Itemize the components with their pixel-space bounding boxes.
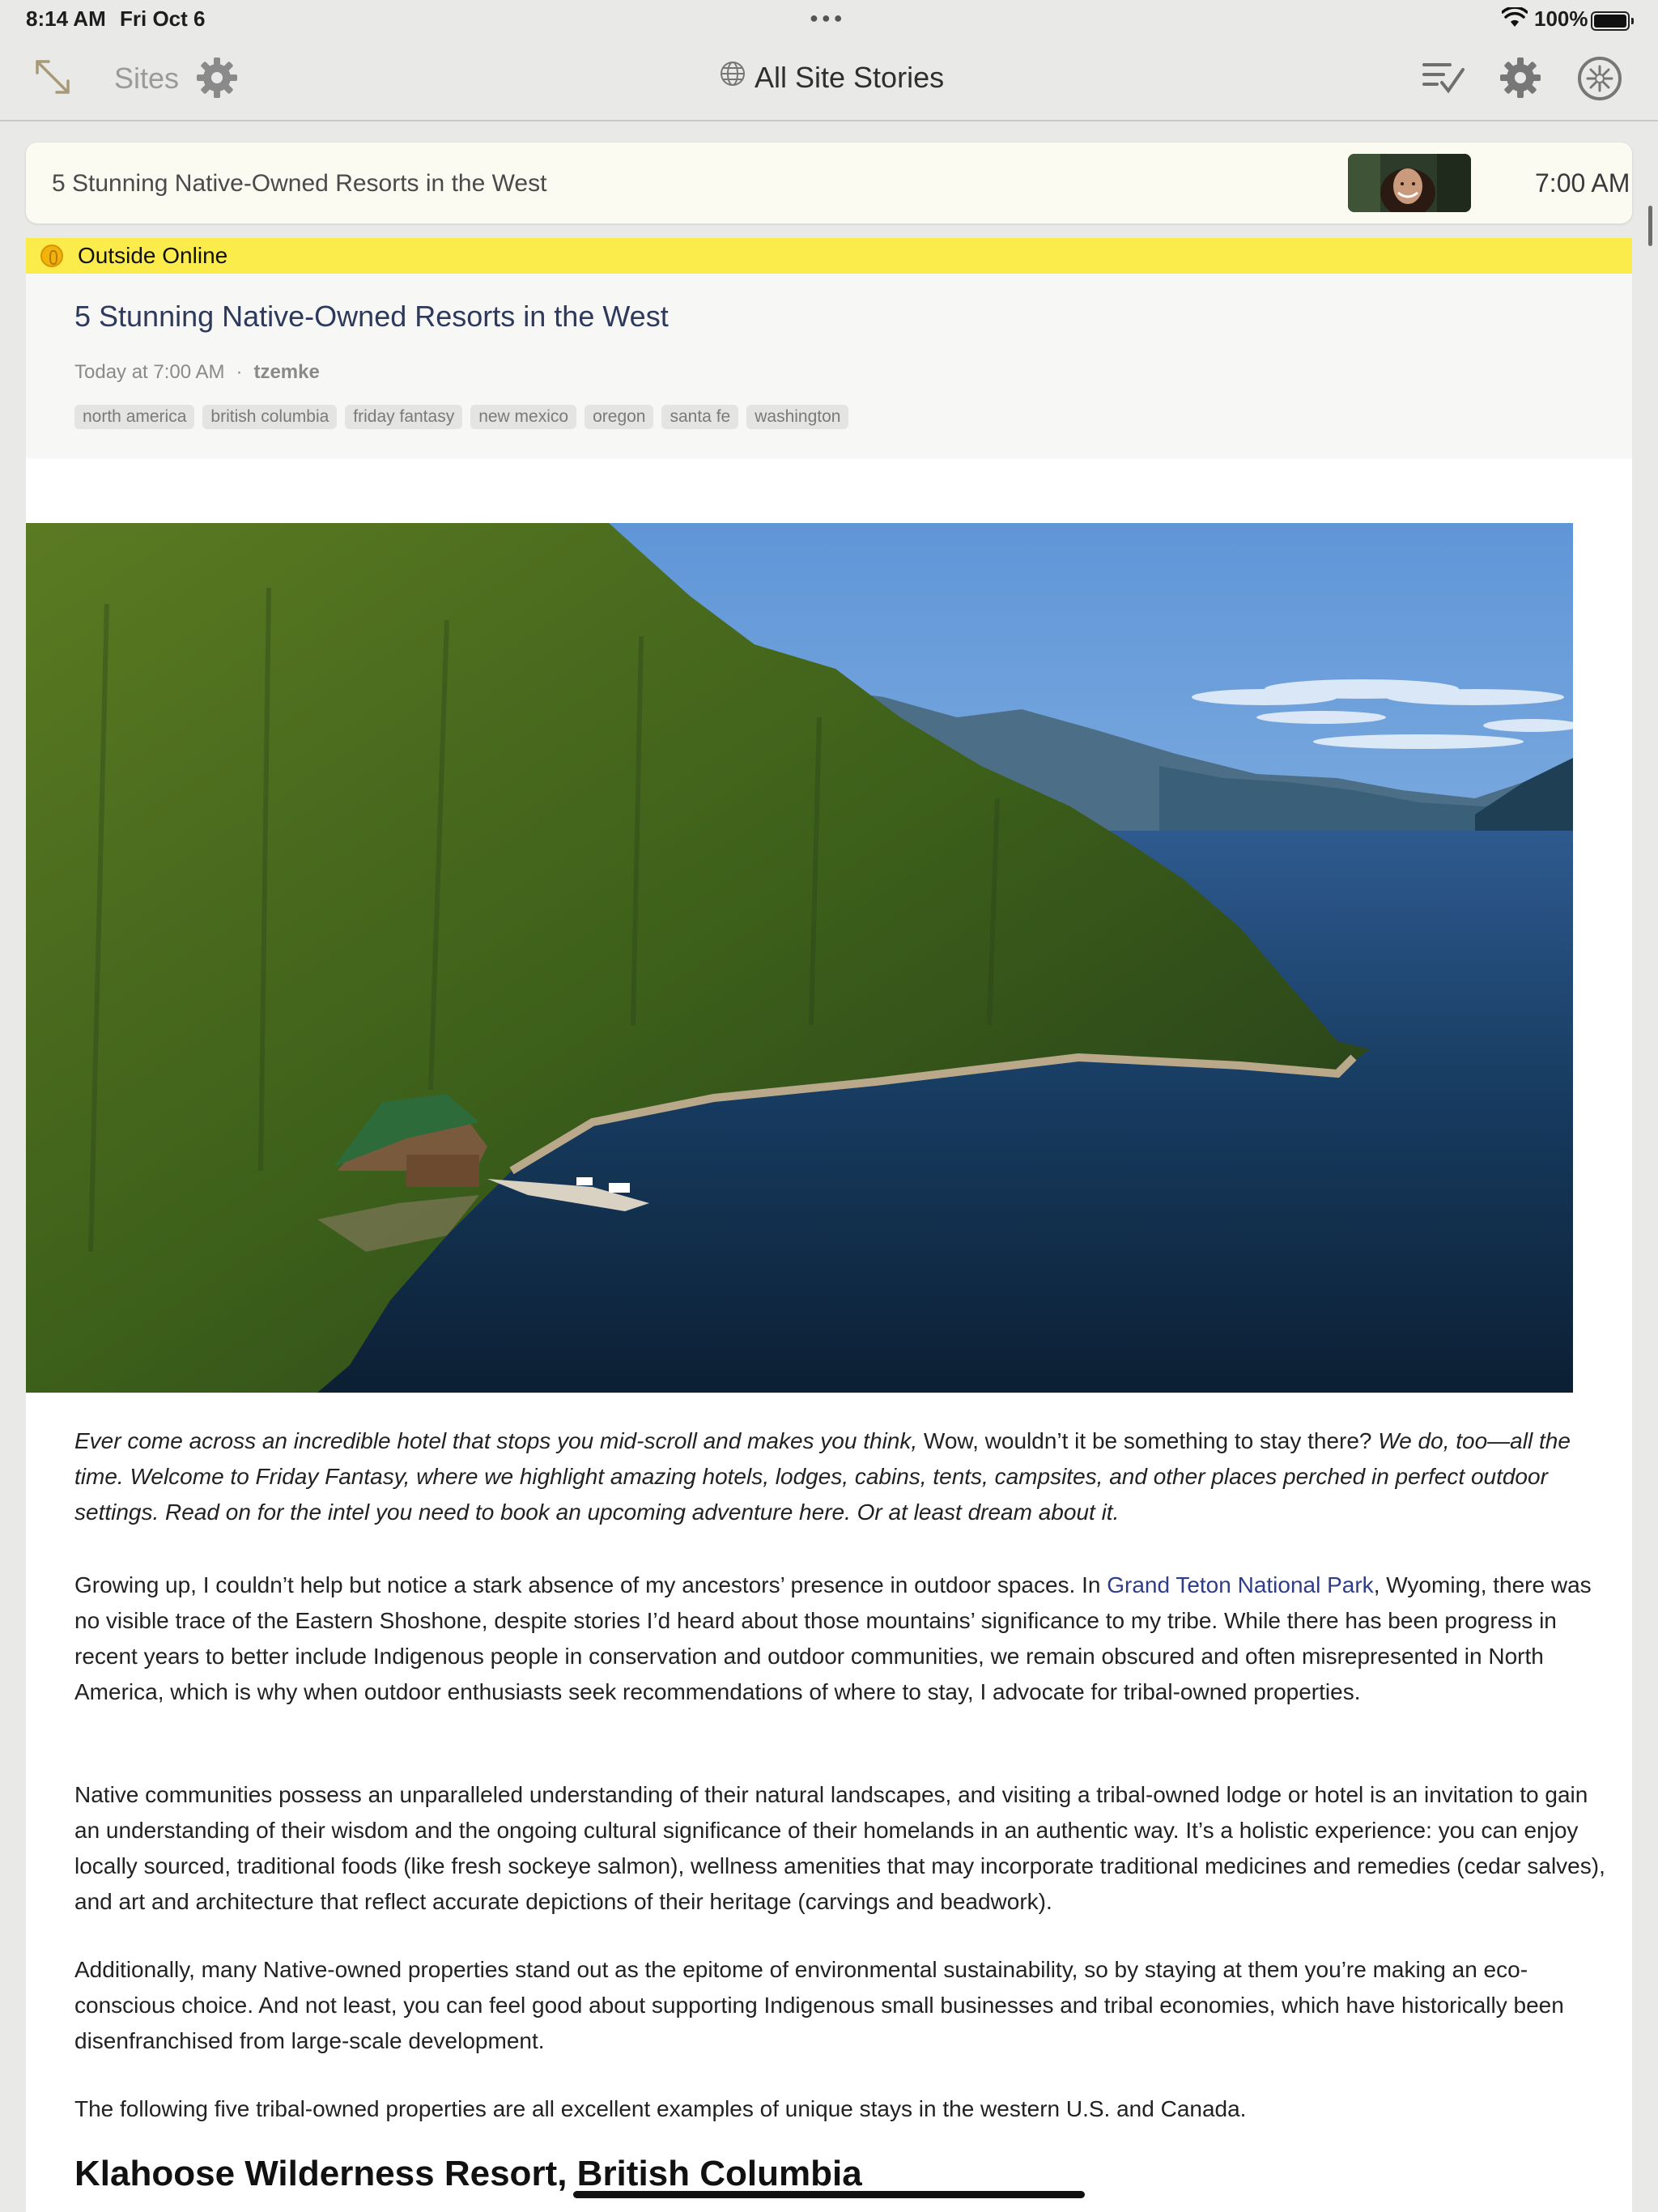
feed-favicon-icon <box>40 245 63 267</box>
intro-paragraph: Ever come across an incredible hotel tha… <box>74 1423 1613 1530</box>
toolbar-title-text: All Site Stories <box>755 60 945 94</box>
article-title[interactable]: 5 Stunning Native-Owned Resorts in the W… <box>74 300 669 334</box>
compass-icon[interactable] <box>1576 55 1623 106</box>
tag[interactable]: washington <box>746 405 849 429</box>
story-row-time: 7:00 AM <box>1535 168 1630 198</box>
feed-title-bar[interactable]: Outside Online <box>26 238 1632 274</box>
expand-icon[interactable] <box>32 57 73 101</box>
article-view: 5 Stunning Native-Owned Resorts in the W… <box>26 274 1632 2212</box>
wifi-icon <box>1501 6 1528 32</box>
tag[interactable]: new mexico <box>470 405 577 429</box>
hero-image <box>26 523 1573 1393</box>
tag[interactable]: friday fantasy <box>345 405 463 429</box>
p2-text-a: Growing up, I couldn’t help but notice a… <box>74 1572 1107 1597</box>
story-row-title: 5 Stunning Native-Owned Resorts in the W… <box>52 170 547 197</box>
tag-list: north america british columbia friday fa… <box>74 405 849 429</box>
body-paragraph: The following five tribal-owned properti… <box>74 2091 1613 2127</box>
intro-text-a: Ever come across an incredible hotel tha… <box>74 1428 918 1453</box>
article-header: 5 Stunning Native-Owned Resorts in the W… <box>26 274 1632 458</box>
gear-icon[interactable] <box>1498 55 1543 104</box>
mark-read-icon[interactable] <box>1421 58 1466 101</box>
gear-icon[interactable] <box>194 55 240 104</box>
battery-icon <box>1591 11 1634 31</box>
article-meta: Today at 7:00 AM · tzemke <box>74 361 320 384</box>
globe-icon <box>719 60 746 95</box>
story-row[interactable]: 5 Stunning Native-Owned Resorts in the W… <box>26 143 1632 223</box>
battery-percent: 100% <box>1534 6 1588 31</box>
grand-teton-link[interactable]: Grand Teton National Park <box>1107 1572 1373 1597</box>
tag[interactable]: north america <box>74 405 195 429</box>
status-date: Fri Oct 6 <box>120 6 206 31</box>
article-author: tzemke <box>253 361 320 383</box>
tag[interactable]: oregon <box>585 405 654 429</box>
body-paragraph: Additionally, many Native-owned properti… <box>74 1952 1613 2059</box>
p3-text: Native communities possess an unparallel… <box>74 1782 1605 1914</box>
body-paragraph: Growing up, I couldn’t help but notice a… <box>74 1568 1613 1710</box>
scrollbar[interactable] <box>1648 206 1652 246</box>
status-bar: 8:14 AM Fri Oct 6 ●●● 100% <box>0 0 1658 39</box>
multitasking-dots-icon[interactable]: ●●● <box>810 10 846 27</box>
intro-text-b: Wow, wouldn’t it be something to stay th… <box>917 1428 1372 1453</box>
toolbar-title[interactable]: All Site Stories <box>719 60 944 95</box>
home-indicator[interactable] <box>573 2191 1085 2198</box>
p4-text: Additionally, many Native-owned properti… <box>74 1957 1564 2053</box>
article-date: Today at 7:00 AM <box>74 361 225 383</box>
p5-text: The following five tribal-owned properti… <box>74 2096 1247 2121</box>
sites-button[interactable]: Sites <box>114 62 179 96</box>
tag[interactable]: british columbia <box>202 405 338 429</box>
meta-separator: · <box>236 361 243 383</box>
toolbar: Sites All Site Stories <box>0 39 1658 121</box>
status-time: 8:14 AM <box>26 6 106 31</box>
feed-name: Outside Online <box>78 243 228 268</box>
story-thumbnail <box>1348 154 1471 212</box>
body-paragraph: Native communities possess an unparallel… <box>74 1777 1613 1920</box>
section-heading: Klahoose Wilderness Resort, British Colu… <box>74 2154 862 2193</box>
tag[interactable]: santa fe <box>661 405 739 429</box>
